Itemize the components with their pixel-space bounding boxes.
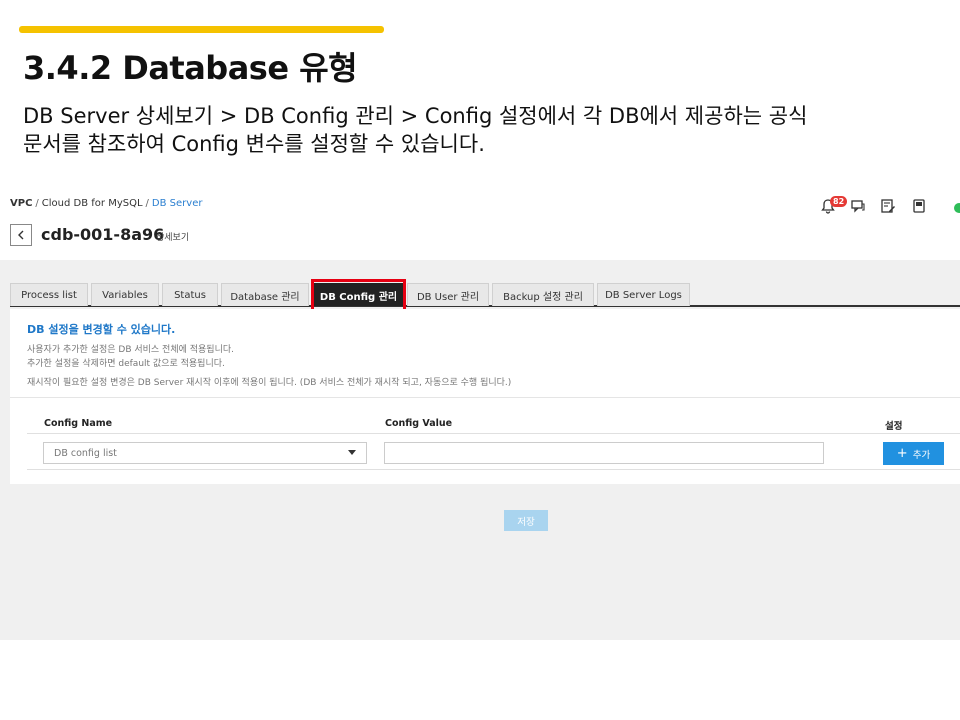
save-button[interactable]: 저장 bbox=[504, 510, 548, 531]
chevron-left-icon bbox=[18, 230, 24, 240]
divider bbox=[10, 397, 960, 398]
slide-description-line-2: 문서를 참조하여 Config 변수를 설정할 수 있습니다. bbox=[23, 132, 485, 156]
breadcrumb: VPC / Cloud DB for MySQL / DB Server bbox=[10, 198, 202, 209]
tab-db-user-manage[interactable]: DB User 관리 bbox=[407, 283, 489, 306]
back-button[interactable] bbox=[10, 224, 32, 246]
info-line-3: 재시작이 필요한 설정 변경은 DB Server 재시작 이후에 적용이 됩니… bbox=[27, 378, 512, 388]
info-line-1: 사용자가 추가한 설정은 DB 서비스 전체에 적용됩니다. bbox=[27, 345, 235, 355]
tab-bar: Process list Variables Status Database 관… bbox=[10, 283, 960, 307]
column-header-settings: 설정 bbox=[885, 421, 903, 432]
content-area: Process list Variables Status Database 관… bbox=[0, 260, 960, 640]
breadcrumb-item-vpc[interactable]: VPC bbox=[10, 198, 32, 209]
breadcrumb-separator: / bbox=[145, 198, 149, 209]
tab-process-list[interactable]: Process list bbox=[10, 283, 88, 306]
add-button-label: 추가 bbox=[912, 449, 931, 461]
tab-status[interactable]: Status bbox=[162, 283, 218, 306]
notification-badge: 82 bbox=[830, 196, 848, 207]
column-header-config-value: Config Value bbox=[385, 418, 453, 429]
config-value-input[interactable] bbox=[384, 442, 824, 464]
config-name-select-value: DB config list bbox=[54, 447, 117, 459]
plus-icon: + bbox=[896, 446, 908, 461]
slide-description-line-1: DB Server 상세보기 > DB Config 관리 > Config 설… bbox=[23, 104, 808, 128]
column-header-config-name: Config Name bbox=[44, 418, 113, 429]
breadcrumb-separator: / bbox=[35, 198, 39, 209]
breadcrumb-item-cloud-db[interactable]: Cloud DB for MySQL bbox=[42, 198, 143, 209]
slide-title: 3.4.2 Database 유형 bbox=[23, 49, 358, 87]
title-accent-bar bbox=[19, 26, 384, 33]
table-header-divider bbox=[27, 433, 960, 434]
add-button[interactable]: + 추가 bbox=[883, 442, 944, 465]
slide-description: DB Server 상세보기 > DB Config 관리 > Config 설… bbox=[23, 102, 943, 158]
info-line-2: 추가한 설정을 삭제하면 default 값으로 적용됩니다. bbox=[27, 359, 225, 369]
tab-database-manage[interactable]: Database 관리 bbox=[221, 283, 309, 306]
info-title: DB 설정을 변경할 수 있습니다. bbox=[27, 323, 176, 336]
chat-icon[interactable] bbox=[850, 198, 866, 214]
detail-label: 상세보기 bbox=[156, 233, 190, 243]
breadcrumb-item-db-server[interactable]: DB Server bbox=[152, 198, 203, 209]
table-row-divider bbox=[27, 469, 960, 470]
status-icon[interactable] bbox=[954, 203, 960, 213]
config-name-select[interactable]: DB config list bbox=[43, 442, 367, 464]
console-screenshot: VPC / Cloud DB for MySQL / DB Server 82 cdb-… bbox=[0, 188, 960, 640]
tab-variables[interactable]: Variables bbox=[91, 283, 159, 306]
config-panel: DB 설정을 변경할 수 있습니다. 사용자가 추가한 설정은 DB 서비스 전… bbox=[10, 309, 960, 484]
tab-db-server-logs[interactable]: DB Server Logs bbox=[597, 283, 690, 306]
bell-icon[interactable]: 82 bbox=[820, 196, 848, 214]
caret-down-icon bbox=[348, 450, 356, 455]
edit-icon[interactable] bbox=[880, 198, 896, 214]
top-toolbar-icons: 82 bbox=[820, 194, 960, 218]
book-icon[interactable] bbox=[911, 198, 927, 214]
tab-backup-settings[interactable]: Backup 설정 관리 bbox=[492, 283, 594, 306]
server-name: cdb-001-8a96 bbox=[41, 225, 165, 244]
